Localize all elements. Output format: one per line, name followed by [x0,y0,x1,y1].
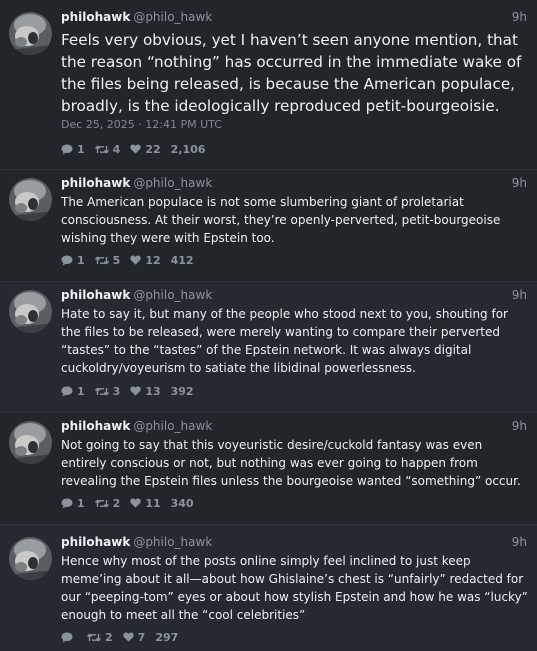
avatar[interactable] [9,421,52,464]
post-stats: 2 7 297 [61,629,188,645]
post-time[interactable]: 9h [512,534,527,550]
like-count: 13 [145,384,161,398]
display-name[interactable]: philohawk [61,176,130,190]
post-reply[interactable]: philohawk @philo_hawk 9h Not going to say… [0,413,537,525]
post-reply[interactable]: philohawk @philo_hawk 9h Hence why most o… [0,525,537,651]
like-button[interactable]: 7 [122,630,146,644]
reply-button[interactable]: 1 [61,254,85,267]
repost-count: 3 [112,384,121,398]
avatar[interactable] [9,537,52,580]
heart-icon [130,386,142,396]
post-reply[interactable]: philohawk @philo_hawk 9h The American pop… [0,170,537,282]
display-name[interactable]: philohawk [61,419,130,433]
reply-button[interactable]: 1 [61,497,85,510]
like-count: 22 [145,142,161,156]
post-text: Not going to say that this voyeuristic d… [61,438,521,488]
post-text: Feels very obvious, yet I haven’t seen a… [61,31,522,115]
user-handle[interactable]: @philo_hawk [133,288,212,302]
reply-button[interactable] [61,632,77,643]
post-stats: 1 5 12 412 [61,252,204,268]
post-header: philohawk @philo_hawk 9h [61,418,527,434]
repost-button[interactable]: 4 [94,142,121,156]
post-time[interactable]: 9h [512,287,527,303]
view-count: 340 [170,496,194,510]
reply-icon [61,386,73,397]
view-count: 2,106 [170,142,206,156]
like-button[interactable]: 12 [130,253,161,267]
repost-icon [87,632,101,642]
repost-count: 5 [112,253,121,267]
view-count: 412 [170,253,194,267]
like-button[interactable]: 13 [130,384,161,398]
reply-icon [61,498,73,509]
post-text: Hate to say it, but many of the people w… [61,307,508,375]
display-name[interactable]: philohawk [61,10,130,24]
post-text: Hence why most of the posts online simpl… [61,554,528,622]
view-count: 392 [170,384,194,398]
reply-icon [61,632,73,643]
avatar[interactable] [9,290,52,333]
post-reply[interactable]: philohawk @philo_hawk 9h Hate to say it, … [0,282,537,413]
like-button[interactable]: 22 [130,142,161,156]
repost-count: 2 [112,496,121,510]
post-header: philohawk @philo_hawk 9h [61,287,527,303]
reply-button[interactable]: 1 [61,143,85,156]
repost-icon [94,144,109,154]
post-stats: 1 4 22 2,106 [61,141,215,157]
like-count: 11 [145,496,161,510]
post-stats: 1 3 13 392 [61,383,204,399]
repost-icon [94,255,109,265]
heart-icon [130,498,142,508]
user-handle[interactable]: @philo_hawk [133,535,212,549]
heart-icon [130,255,142,265]
repost-button[interactable]: 3 [94,384,121,398]
repost-button[interactable]: 5 [94,253,121,267]
post-text: The American populace is not some slumbe… [61,195,501,245]
post-date[interactable]: Dec 25, 2025 · 12:41 PM UTC [61,118,222,132]
display-name[interactable]: philohawk [61,535,130,549]
repost-icon [94,386,109,396]
repost-count: 2 [105,630,113,644]
post-header: philohawk @philo_hawk 9h [61,175,527,191]
user-handle[interactable]: @philo_hawk [133,10,212,24]
post-time[interactable]: 9h [512,9,527,25]
repost-button[interactable]: 2 [94,496,121,510]
heart-icon [130,144,142,154]
post-time[interactable]: 9h [512,418,527,434]
heart-icon [122,632,134,642]
like-count: 12 [145,253,161,267]
repost-count: 4 [112,142,121,156]
repost-button[interactable]: 2 [87,631,113,644]
avatar[interactable] [9,178,52,221]
reply-count: 1 [77,384,85,398]
reply-button[interactable]: 1 [61,385,85,398]
reply-count: 1 [77,142,85,156]
display-name[interactable]: philohawk [61,288,130,302]
post-header: philohawk @philo_hawk 9h [61,9,527,25]
post-stats: 1 2 11 340 [61,495,204,511]
reply-icon [61,144,73,155]
post-header: philohawk @philo_hawk 9h [61,534,527,550]
thread: philohawk @philo_hawk 9h Feels very obvio… [0,0,537,651]
post-main[interactable]: philohawk @philo_hawk 9h Feels very obvio… [0,0,537,170]
avatar[interactable] [9,12,52,55]
repost-icon [94,498,109,508]
reply-count: 1 [77,496,85,510]
like-count: 7 [137,630,146,644]
like-button[interactable]: 11 [130,496,161,510]
user-handle[interactable]: @philo_hawk [133,419,212,433]
reply-count: 1 [77,253,85,267]
reply-icon [61,255,73,266]
post-time[interactable]: 9h [512,175,527,191]
user-handle[interactable]: @philo_hawk [133,176,212,190]
view-count: 297 [155,630,179,644]
